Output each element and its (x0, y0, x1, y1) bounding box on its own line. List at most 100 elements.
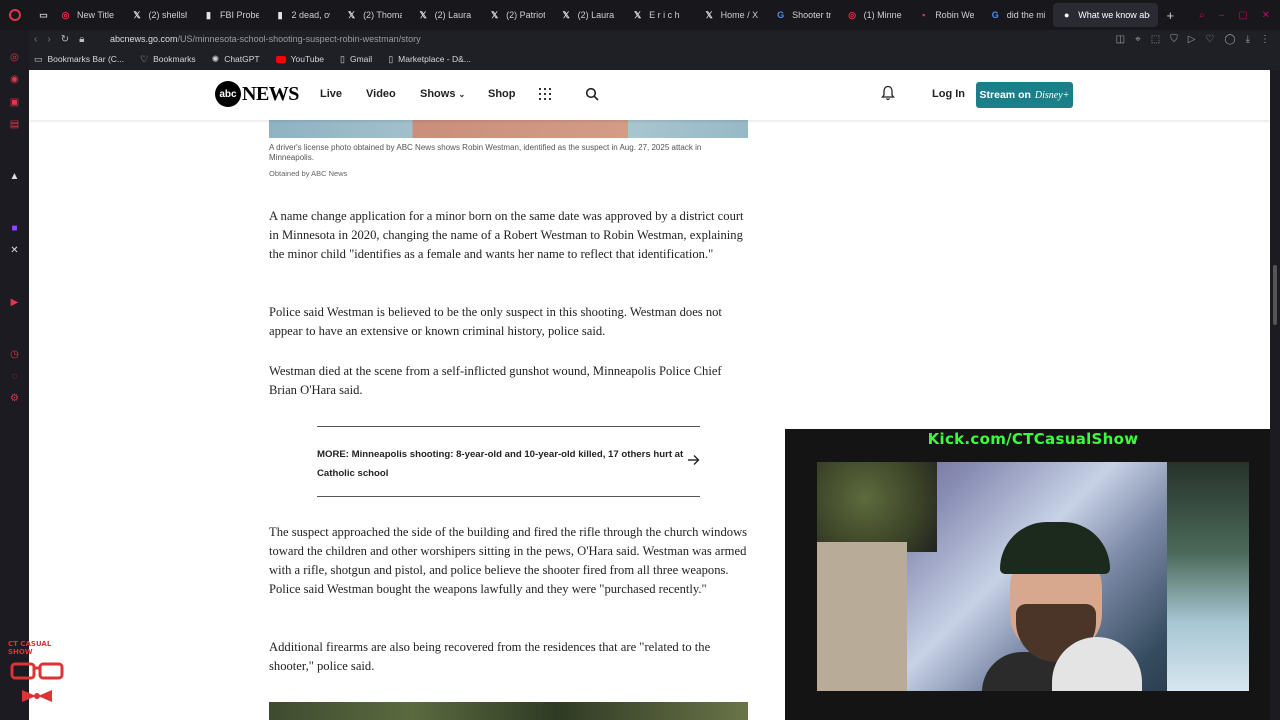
photo-caption: A driver's license photo obtained by ABC… (269, 143, 702, 162)
arrow-right-icon[interactable] (687, 454, 700, 466)
maximize-icon[interactable]: ▢ (1238, 10, 1247, 21)
nav-shop[interactable]: Shop (488, 88, 516, 100)
new-tab-button[interactable]: + (1158, 3, 1182, 27)
search-tabs-icon[interactable]: ⌕ (1199, 10, 1205, 21)
tab-title: (1) Minnea (863, 10, 903, 20)
browser-tab[interactable]: 𝕏 (2) Laura L (553, 3, 625, 27)
apps-grid-icon[interactable] (539, 88, 551, 100)
more-link[interactable]: MORE: Minneapolis shooting: 8-year-old a… (317, 445, 687, 483)
settings-icon[interactable]: ⚙ (9, 393, 20, 404)
profile-icon[interactable]: ◯ (1224, 34, 1235, 45)
split-view-icon[interactable]: ◫ (1116, 34, 1125, 45)
heart-icon: ♡ (140, 53, 149, 64)
download-icon[interactable]: ⤓ (1246, 34, 1250, 45)
ct-casual-show-logo: CT CASUAL SHOW (8, 640, 68, 702)
browser-tab[interactable]: 𝕏E r i c h (624, 3, 696, 27)
abc-news-logo[interactable]: abc NEWS (215, 81, 299, 107)
browser-tab[interactable]: 𝕏 (2) Patriot (481, 3, 553, 27)
scrollbar-thumb[interactable] (1273, 265, 1277, 325)
article-paragraph: Additional firearms are also being recov… (269, 640, 711, 673)
browser-tab[interactable]: 𝕏 (2) Laura L (410, 3, 482, 27)
snapshot-icon[interactable]: ⬚ (1151, 34, 1160, 45)
opera-menu-button[interactable] (0, 0, 30, 30)
article-paragraph: The suspect approached the side of the b… (269, 525, 748, 596)
ct-logo-text: CT CASUAL SHOW (8, 640, 52, 656)
stream-on-disney-button[interactable]: Stream on Disney+ (976, 82, 1073, 108)
messenger-icon[interactable]: ◉ (9, 74, 20, 85)
bookmarks-bar: ▭ Bookmarks Bar (C... ♡ Bookmarks ✺ ChatGPT Yo… (0, 48, 1280, 70)
nav-video[interactable]: Video (366, 88, 396, 100)
reload-icon[interactable]: ↻ (61, 34, 69, 45)
article-paragraph: Westman died at the scene from a self-in… (269, 364, 722, 397)
player-icon[interactable]: ▶ (9, 297, 20, 308)
back-icon[interactable]: ‹ (34, 34, 37, 45)
tab-overview-button[interactable]: ▭ (30, 3, 52, 27)
browser-tab[interactable]: 𝕏 Home / X (696, 3, 768, 27)
x-icon: 𝕏 (562, 9, 570, 20)
page-scrollbar[interactable] (1270, 70, 1280, 720)
close-icon[interactable]: ✕ (1262, 10, 1270, 21)
browser-tab[interactable]: ● What we know abou (1053, 3, 1159, 27)
bookmark-icon: ▮ (206, 9, 211, 20)
chat-icon[interactable]: ◌ (9, 371, 20, 382)
x-icon: 𝕏 (133, 9, 141, 20)
url-field[interactable]: abcnews.go.com/US/minnesota-school-shoot… (110, 34, 421, 44)
opera-icon: ◎ (848, 9, 857, 20)
instagram-icon[interactable]: ▣ (9, 97, 20, 108)
article-photo (269, 702, 748, 720)
opera-icon: ◎ (61, 9, 70, 20)
bookmark-label: Gmail (349, 54, 373, 64)
browser-tab[interactable]: ◎ (1) Minnea (839, 3, 911, 27)
toolbar-icons: ◫ ⌖ ⬚ ⛉ ▷ ♡ ◯ ⤓ ⋮ (1116, 34, 1280, 45)
menu-icon[interactable]: ⋮ (1260, 34, 1270, 45)
news-logo-word: NEWS (242, 82, 299, 105)
bookmark-item[interactable]: YouTube (275, 54, 325, 64)
browser-tab[interactable]: Gdid the mi (982, 3, 1054, 27)
anime-poster (1167, 462, 1249, 691)
mail-icon[interactable]: ▤ (9, 119, 20, 130)
browser-tab[interactable]: 𝕏 (2) shellsh (124, 3, 196, 27)
tab-title: Shooter tr (792, 10, 831, 20)
bookmark-item[interactable]: ✺ ChatGPT (212, 54, 260, 65)
browser-tab[interactable]: ▮ 2 dead, ov (267, 3, 339, 27)
browser-tab[interactable]: ◎ New Title (52, 3, 124, 27)
browser-tab[interactable]: G Shooter tr (767, 3, 839, 27)
minimize-icon[interactable]: – (1219, 10, 1225, 21)
twitch-icon[interactable]: ■ (9, 223, 20, 234)
bookmark-item[interactable]: ▯ Marketplace - D&... (388, 54, 471, 65)
forward-icon[interactable]: › (47, 34, 50, 45)
pin-icon[interactable]: ⌖ (1135, 34, 1141, 45)
tab-title: 2 dead, ov (291, 10, 331, 20)
history-icon[interactable]: ◷ (9, 349, 20, 360)
more-link-box: MORE: Minneapolis shooting: 8-year-old a… (317, 426, 700, 497)
x-icon: 𝕏 (347, 9, 356, 20)
shield-icon[interactable]: ⛉ (1170, 34, 1178, 45)
nav-shows[interactable]: Shows ⌄ (420, 88, 465, 100)
browser-tab[interactable]: ▮ FBI Probe (195, 3, 267, 27)
bookmark-label: YouTube (290, 54, 325, 64)
bookmark-item[interactable]: ♡ Bookmarks (140, 54, 196, 65)
spaces-icon[interactable]: ▲ (9, 171, 20, 182)
search-icon[interactable] (585, 87, 599, 101)
bookmark-icon: ▮ (277, 9, 283, 20)
browser-tab[interactable]: 𝕏 (2) Thoma (338, 3, 410, 27)
tab-title: What we know abou (1078, 10, 1150, 20)
bookmark-item[interactable]: ▭ Bookmarks Bar (C... (34, 54, 124, 65)
tab-title: E r i c h (649, 10, 680, 20)
play-icon[interactable]: ▷ (1188, 34, 1196, 45)
lock-icon: 🔒︎ (79, 33, 85, 45)
site-header: abc NEWS Live Video Shows ⌄ Shop Log In … (29, 70, 1270, 120)
heart-icon[interactable]: ♡ (1205, 34, 1214, 45)
login-link[interactable]: Log In (932, 88, 965, 100)
aria-icon[interactable]: ◎ (9, 52, 20, 63)
chatgpt-icon: ✺ (211, 53, 220, 64)
nav-live[interactable]: Live (320, 88, 342, 100)
bookmark-item[interactable]: ▯ Gmail (340, 54, 372, 65)
browser-tab[interactable]: ▪ Robin Wes (910, 3, 982, 27)
x-sidebar-icon[interactable]: ✕ (9, 245, 20, 256)
x-icon: 𝕏 (633, 9, 642, 20)
streamer-cap (1000, 522, 1110, 574)
bell-icon[interactable] (881, 85, 895, 101)
google-icon: G (777, 10, 785, 20)
kick-banner: Kick.com/CTCasualShow (927, 430, 1139, 448)
